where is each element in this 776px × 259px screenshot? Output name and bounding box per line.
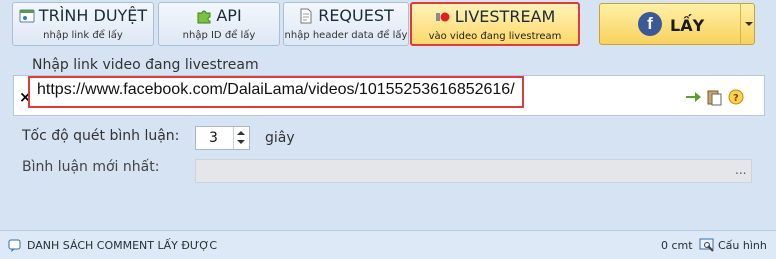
latest-more-button[interactable]: ... [735,163,746,177]
record-icon [435,9,451,25]
latest-comment-label: Bình luận mới nhất: [22,159,160,175]
speed-unit: giây [265,130,295,146]
puzzle-icon [196,8,212,24]
speed-label: Tốc độ quét bình luận: [22,128,180,144]
comment-list-bar: DANH SÁCH COMMENT LẤY ĐƯỢC 0 cmt Cấu hìn… [0,230,776,259]
comment-count: 0 cmt [661,239,693,252]
settings-icon[interactable] [699,237,715,253]
help-icon[interactable]: ? [728,89,744,105]
tab-livestream-title: LIVESTREAM [454,7,556,26]
tab-request-sub: nhập header data để lấy [284,30,408,41]
link-label: Nhập link video đang livestream [32,57,259,73]
url-input[interactable]: https://www.facebook.com/DalaiLama/video… [37,81,515,99]
get-dropdown-arrow[interactable] [740,3,755,45]
get-button-label: LẤY [670,16,705,35]
facebook-icon: f [638,12,662,36]
tab-browser-sub: nhập link để lấy [43,30,123,41]
browser-icon [19,8,35,24]
latest-comment-field [195,159,752,183]
document-icon [298,8,314,24]
tab-browser-title: TRÌNH DUYỆT [38,6,148,25]
toolbar: TRÌNH DUYỆT nhập link để lấy API nhập ID… [0,0,776,50]
tab-api-title: API [216,6,242,25]
go-arrow-icon[interactable] [686,92,701,102]
tab-request-title: REQUEST [318,6,394,25]
comment-list-icon [8,239,21,252]
tab-api-sub: nhập ID để lấy [182,30,256,41]
tab-request[interactable]: REQUEST nhập header data để lấy [283,2,409,46]
speed-value[interactable]: 3 [209,130,218,146]
tab-livestream-sub: vào video đang livestream [428,31,562,42]
comment-list-title: DANH SÁCH COMMENT LẤY ĐƯỢC [27,239,218,252]
tab-browser[interactable]: TRÌNH DUYỆT nhập link để lấy [12,2,154,46]
spin-up-icon[interactable] [237,131,245,135]
paste-icon[interactable] [707,90,722,106]
svg-text:?: ? [733,93,739,104]
speed-spinner-buttons[interactable] [233,127,249,149]
get-button[interactable]: f LẤY [599,3,755,45]
url-actions: ? [684,88,748,106]
tab-livestream[interactable]: LIVESTREAM vào video đang livestream [410,2,580,46]
settings-label[interactable]: Cấu hình [718,239,767,252]
tab-api[interactable]: API nhập ID để lấy [158,2,280,46]
spin-down-icon[interactable] [237,140,245,144]
